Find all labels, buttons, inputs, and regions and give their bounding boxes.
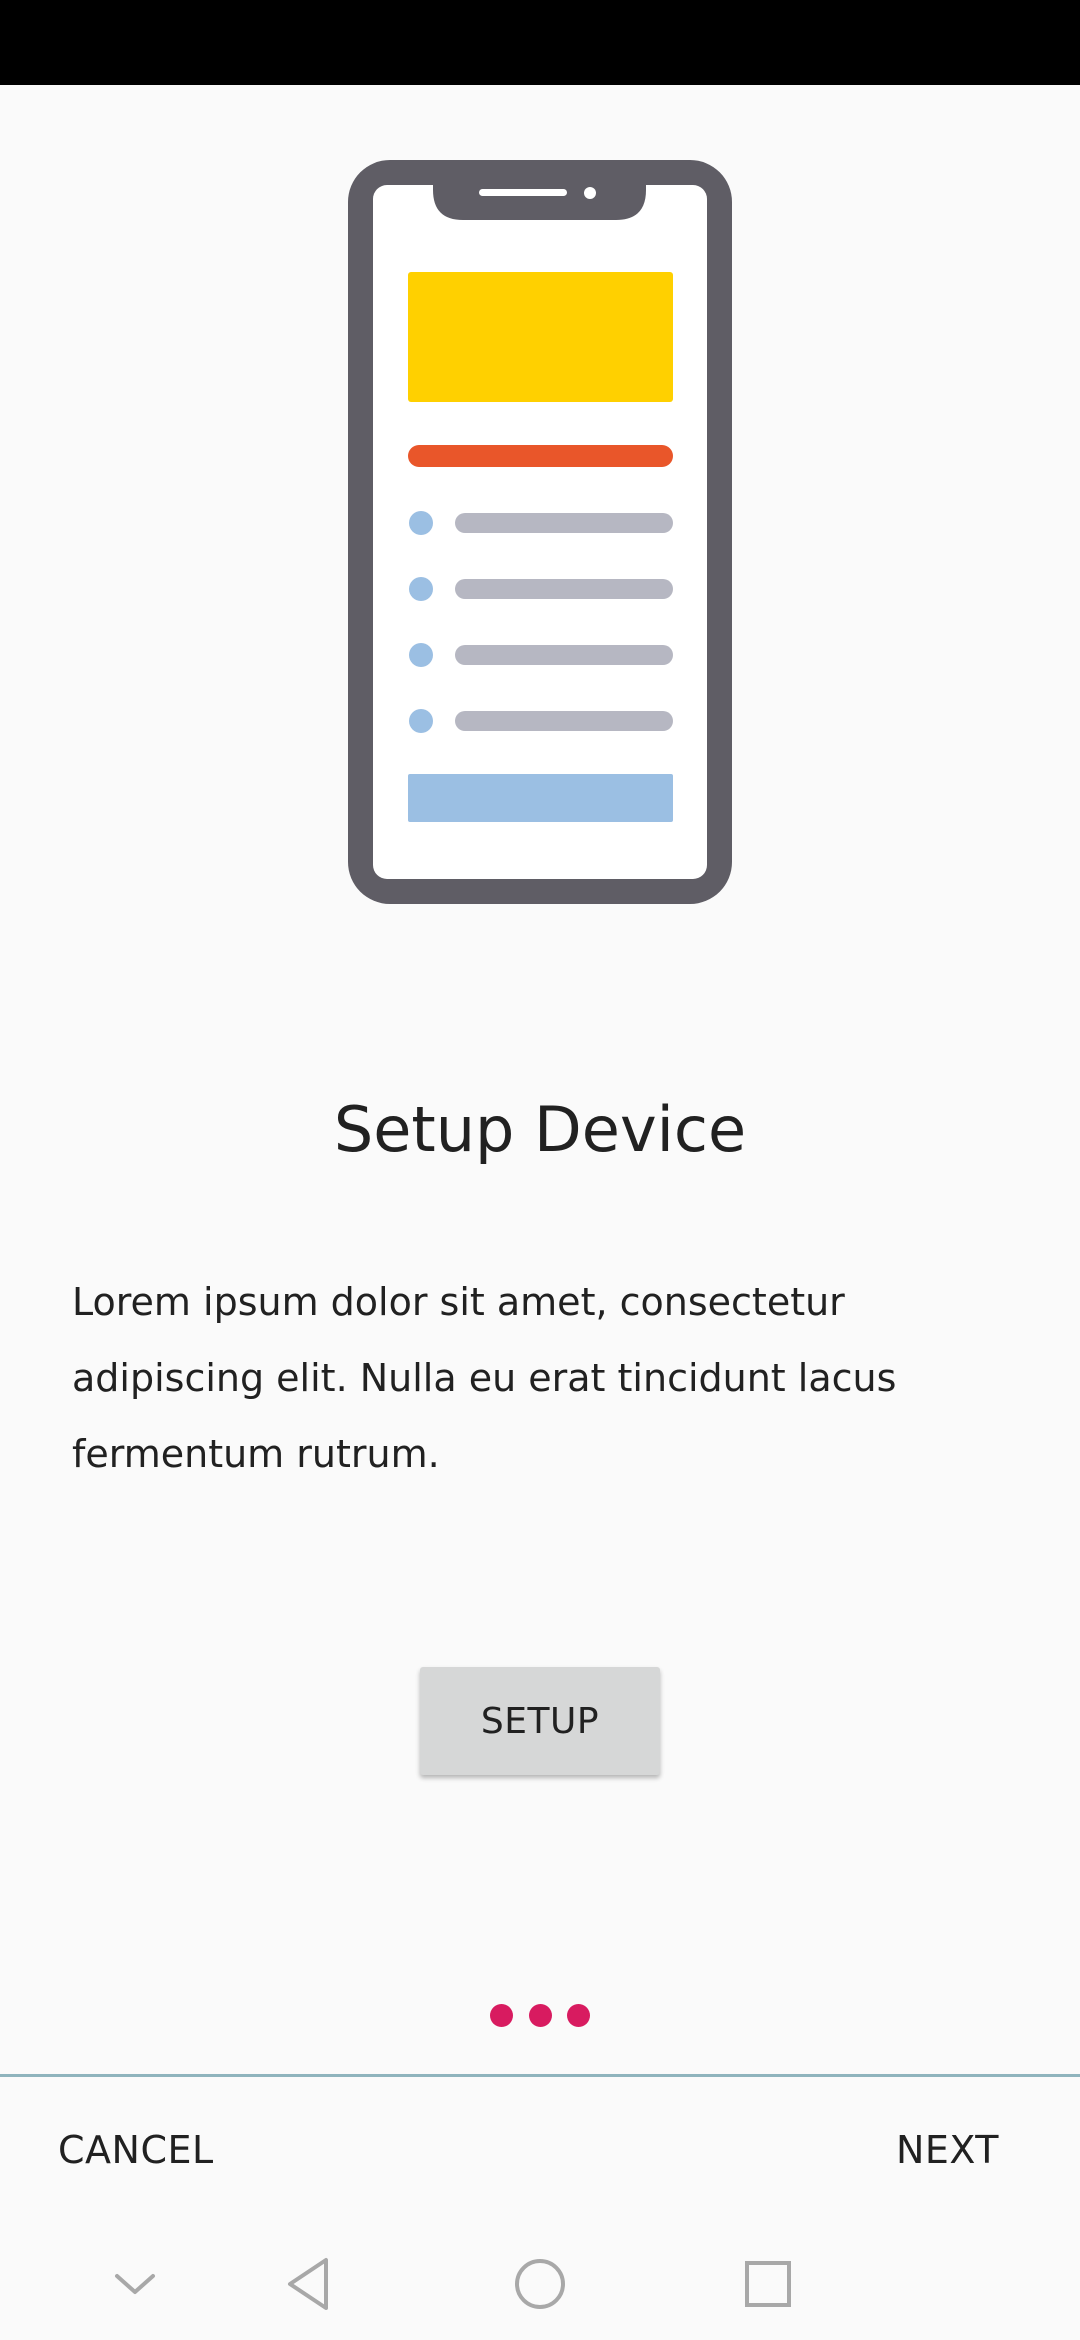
- cancel-button[interactable]: CANCEL: [58, 2110, 214, 2190]
- phone-notch: [433, 180, 646, 220]
- phone-illustration: [348, 160, 732, 904]
- page-dot: [528, 2003, 552, 2027]
- back-triangle-icon[interactable]: [278, 2252, 342, 2316]
- page-dot: [490, 2003, 513, 2027]
- header-block: [408, 272, 673, 402]
- home-circle-icon[interactable]: [508, 2252, 572, 2316]
- navigation-bar: [0, 2230, 1080, 2340]
- setup-button[interactable]: SETUP: [420, 1667, 660, 1775]
- accent-line: [408, 445, 673, 467]
- list-bullet: [409, 577, 433, 601]
- camera-dot: [584, 187, 596, 199]
- page-dot: [567, 2003, 590, 2027]
- list-bullet: [409, 709, 433, 733]
- speaker-slot: [479, 189, 567, 196]
- list-line: [455, 579, 673, 599]
- status-bar: [0, 0, 1080, 85]
- next-button[interactable]: NEXT: [896, 2110, 999, 2190]
- list-line: [455, 513, 673, 533]
- list-line: [455, 645, 673, 665]
- page-indicator: [490, 2001, 590, 2029]
- page-title: Setup Device: [333, 1093, 747, 1166]
- description-text: Lorem ipsum dolor sit amet, consectetur …: [72, 1280, 897, 1476]
- list-bullet: [409, 511, 433, 535]
- chevron-down-icon[interactable]: [103, 2252, 167, 2316]
- recents-square-icon[interactable]: [736, 2252, 800, 2316]
- footer-divider: [0, 2074, 1080, 2077]
- list-bullet: [409, 643, 433, 667]
- list-line: [455, 711, 673, 731]
- bottom-block: [408, 774, 673, 822]
